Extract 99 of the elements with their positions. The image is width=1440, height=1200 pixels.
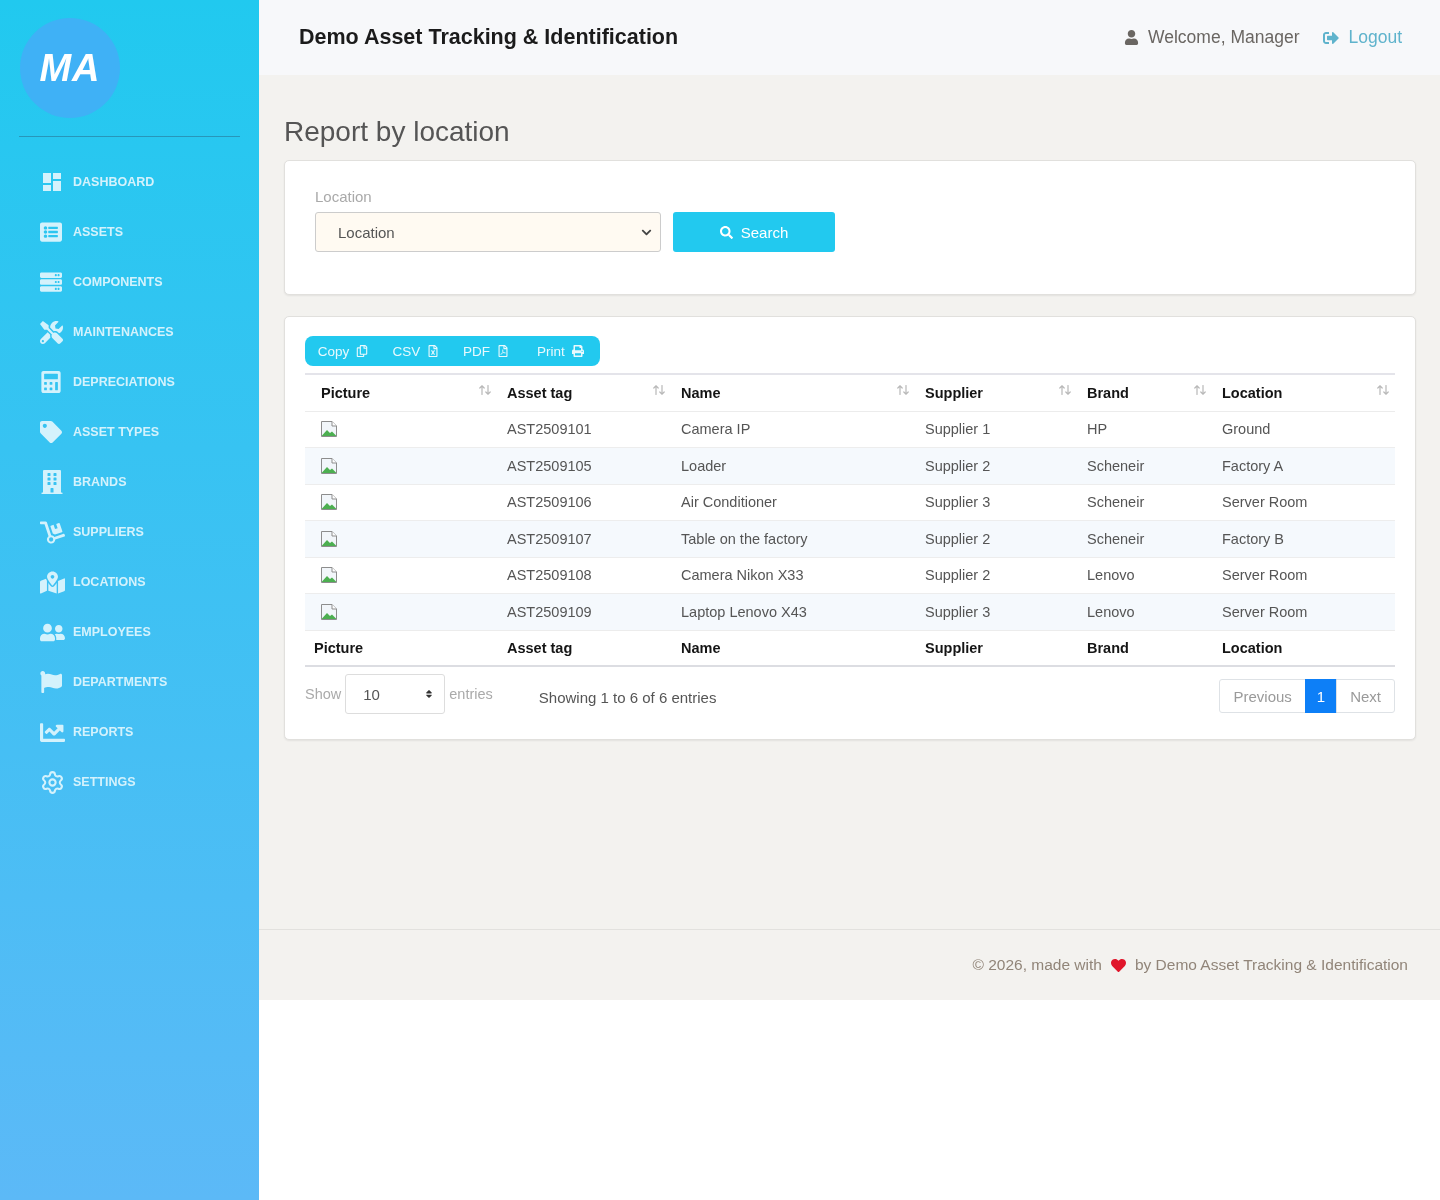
table-cell: HP	[1077, 411, 1212, 448]
sort-arrows-icon	[1059, 384, 1071, 395]
nav-item[interactable]: DEPRECIATIONS	[0, 357, 259, 407]
nav-item[interactable]: DASHBOARD	[0, 157, 259, 207]
show-label: Show	[305, 686, 342, 702]
calculator-icon	[40, 371, 62, 393]
column-footer: Name	[671, 630, 915, 666]
table-cell: AST2509105	[497, 447, 671, 484]
map-marker-icon	[40, 569, 65, 595]
table-cell: AST2509109	[497, 593, 671, 630]
copy-icon	[356, 345, 369, 357]
broken-image-icon	[321, 457, 337, 474]
sort-arrows-icon	[897, 384, 909, 395]
sort-caret-icon	[424, 689, 435, 699]
building-icon	[40, 470, 64, 494]
table-cell: Scheneir	[1077, 484, 1212, 521]
dolly-icon	[40, 519, 65, 545]
nav-item[interactable]: COMPONENTS	[0, 257, 259, 307]
field-label: Location	[315, 188, 373, 206]
export-button[interactable]: Print	[521, 336, 600, 366]
sort-arrows-icon	[479, 384, 491, 395]
dashboard-icon	[40, 170, 64, 194]
nav-item[interactable]: ASSET TYPES	[0, 407, 259, 457]
table-cell: Table on the factory	[671, 520, 915, 557]
column-footer: Supplier	[915, 630, 1077, 666]
table-cell: Supplier 3	[915, 593, 1077, 630]
entries-label: entries	[449, 686, 493, 702]
location-select[interactable]: Location	[315, 212, 661, 252]
table-cell: Supplier 2	[915, 557, 1077, 594]
table-cell: Loader	[671, 447, 915, 484]
table-cell: Camera Nikon X33	[671, 557, 915, 594]
server-icon	[40, 271, 62, 293]
entries-info: Showing 1 to 6 of 6 entries	[538, 688, 717, 706]
nav-item[interactable]: LOCATIONS	[0, 557, 259, 607]
logout-icon	[1323, 29, 1340, 46]
table-cell: Lenovo	[1077, 557, 1212, 594]
sort-arrows-icon	[653, 384, 665, 395]
table-cell: Factory B	[1212, 520, 1395, 557]
entries-select[interactable]: 10	[345, 674, 446, 714]
table-cell: Server Room	[1212, 593, 1395, 630]
printer-icon	[571, 345, 584, 357]
column-footer: Asset tag	[497, 630, 671, 666]
table-cell: Supplier 2	[915, 520, 1077, 557]
table-cell: Server Room	[1212, 484, 1395, 521]
broken-image-icon	[321, 567, 337, 584]
sort-arrows-icon	[1194, 384, 1206, 395]
welcome-text: Welcome, Manager	[1148, 27, 1300, 48]
table-cell: Scheneir	[1077, 447, 1212, 484]
export-button[interactable]: Copy	[305, 336, 381, 366]
table-cell: AST2509108	[497, 557, 671, 594]
footer-text: by Demo Asset Tracking & Identification	[1134, 956, 1408, 974]
flag-icon	[40, 671, 62, 693]
table-cell: AST2509101	[497, 411, 671, 448]
table-cell: AST2509106	[497, 484, 671, 521]
page-title: Report by location	[284, 115, 511, 147]
settings-icon	[40, 769, 65, 795]
table-cell: Supplier 3	[915, 484, 1077, 521]
search-button[interactable]: Search	[673, 212, 835, 252]
logout-link[interactable]: Logout	[1323, 27, 1402, 48]
table-cell: Supplier 2	[915, 447, 1077, 484]
tools-icon	[40, 320, 63, 344]
app-title: Demo Asset Tracking & Identification	[299, 25, 679, 50]
table-cell: Ground	[1212, 411, 1395, 448]
table-cell: AST2509107	[497, 520, 671, 557]
table-cell: Camera IP	[671, 411, 915, 448]
tag-icon	[40, 421, 62, 443]
table-cell: Scheneir	[1077, 520, 1212, 557]
export-button[interactable]: CSV	[381, 336, 451, 366]
nav-item[interactable]: DEPARTMENTS	[0, 657, 259, 707]
spreadsheet-file-icon	[427, 345, 440, 357]
nav-item[interactable]: REPORTS	[0, 707, 259, 757]
heart-icon	[1110, 957, 1126, 973]
column-footer: Location	[1212, 630, 1395, 666]
nav-item[interactable]: EMPLOYEES	[0, 607, 259, 657]
logo: MA	[20, 18, 120, 118]
table-cell: Laptop Lenovo X43	[671, 593, 915, 630]
sort-arrows-icon	[1377, 384, 1389, 395]
column-footer: Picture	[305, 630, 497, 666]
table-cell: Air Conditioner	[671, 484, 915, 521]
nav-item[interactable]: ASSETS	[0, 207, 259, 257]
nav-item[interactable]: BRANDS	[0, 457, 259, 507]
nav-item[interactable]: SUPPLIERS	[0, 507, 259, 557]
table-cell: Lenovo	[1077, 593, 1212, 630]
table-cell: Server Room	[1212, 557, 1395, 594]
broken-image-icon	[321, 421, 337, 438]
pdf-file-icon	[497, 345, 509, 357]
list-icon	[40, 221, 62, 243]
table-cell: Factory A	[1212, 447, 1395, 484]
broken-image-icon	[321, 603, 337, 620]
nav-item[interactable]: MAINTENANCES	[0, 307, 259, 357]
search-icon	[719, 225, 733, 239]
footer-text: © 2026, made with	[972, 956, 1102, 974]
broken-image-icon	[321, 494, 337, 511]
column-footer: Brand	[1077, 630, 1212, 666]
export-button[interactable]: PDF	[451, 336, 521, 366]
user-icon	[1124, 30, 1140, 45]
table-cell: Supplier 1	[915, 411, 1077, 448]
broken-image-icon	[321, 530, 337, 547]
nav-item[interactable]: SETTINGS	[0, 757, 259, 807]
